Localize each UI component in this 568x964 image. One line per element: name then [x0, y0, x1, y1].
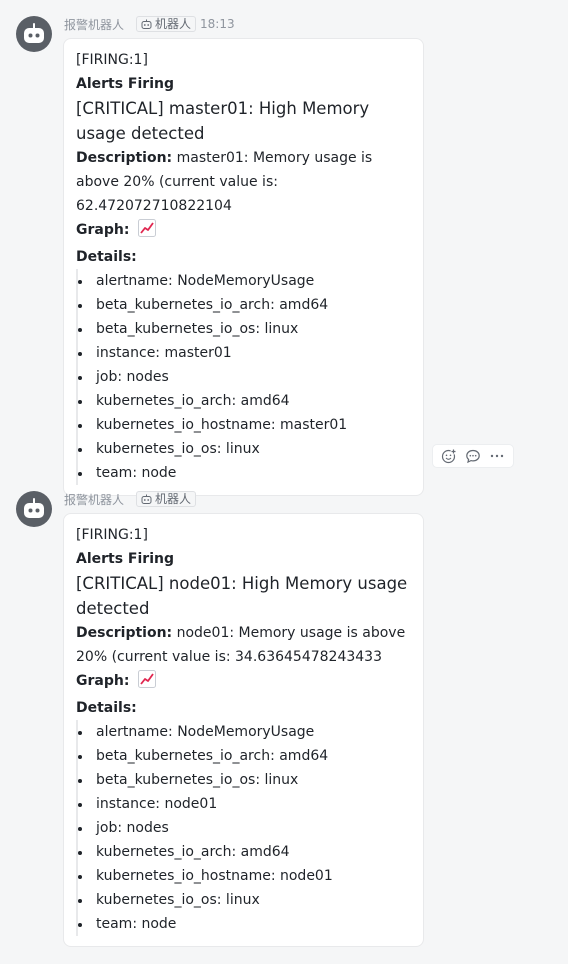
robot-icon [24, 23, 44, 43]
robot-small-icon [141, 494, 152, 504]
alert-description: Description: node01: Memory usage is abo… [76, 621, 411, 669]
bot-tag: 机器人 [136, 491, 197, 507]
list-item: job: nodes [76, 816, 411, 840]
list-item: kubernetes_io_os: linux [76, 437, 411, 461]
alert-card: [FIRING:1] Alerts Firing [CRITICAL] node… [63, 513, 424, 947]
list-item: team: node [76, 912, 411, 936]
graph-row: Graph: [76, 218, 411, 245]
list-item: alertname: NodeMemoryUsage [76, 720, 411, 744]
list-item: kubernetes_io_arch: amd64 [76, 389, 411, 413]
robot-icon [24, 498, 44, 518]
chart-increasing-icon[interactable] [137, 219, 156, 245]
list-item: instance: master01 [76, 341, 411, 365]
message-time: 18:13 [200, 17, 235, 31]
details-label: Details: [76, 249, 137, 265]
alert-headline: [CRITICAL] master01: High Memory usage d… [76, 99, 370, 143]
firing-count: [FIRING:1] [76, 52, 148, 68]
alert-description: Description: master01: Memory usage is a… [76, 146, 411, 218]
message-action-bar [432, 444, 514, 468]
description-label: Description: [76, 625, 173, 641]
firing-count: [FIRING:1] [76, 527, 148, 543]
more-icon[interactable] [485, 445, 509, 467]
details-list: alertname: NodeMemoryUsage beta_kubernet… [76, 720, 411, 936]
list-item: alertname: NodeMemoryUsage [76, 269, 411, 293]
chart-increasing-icon[interactable] [137, 670, 156, 696]
sender-name[interactable]: 报警机器人 [64, 16, 124, 33]
list-item: beta_kubernetes_io_arch: amd64 [76, 293, 411, 317]
alert-card: [FIRING:1] Alerts Firing [CRITICAL] mast… [63, 38, 424, 496]
details-label: Details: [76, 700, 137, 716]
graph-label: Graph: [76, 673, 130, 689]
bot-tag: 机器人 [136, 16, 197, 32]
list-item: beta_kubernetes_io_os: linux [76, 768, 411, 792]
graph-label: Graph: [76, 222, 130, 238]
list-item: beta_kubernetes_io_arch: amd64 [76, 744, 411, 768]
list-item: kubernetes_io_os: linux [76, 888, 411, 912]
add-reaction-icon[interactable] [437, 445, 461, 467]
reply-icon[interactable] [461, 445, 485, 467]
sender-name[interactable]: 报警机器人 [64, 491, 124, 508]
list-item: job: nodes [76, 365, 411, 389]
list-item: kubernetes_io_arch: amd64 [76, 840, 411, 864]
list-item: kubernetes_io_hostname: master01 [76, 413, 411, 437]
bot-tag-label: 机器人 [155, 17, 192, 31]
list-item: team: node [76, 461, 411, 485]
bot-avatar[interactable] [16, 16, 52, 52]
description-label: Description: [76, 150, 173, 166]
alert-headline: [CRITICAL] node01: High Memory usage det… [76, 574, 408, 618]
graph-row: Graph: [76, 669, 411, 696]
chat-message-list: 报警机器人 机器人 18:13 [FIRING:1] Alerts Firing… [0, 0, 568, 964]
robot-small-icon [141, 19, 152, 29]
details-list: alertname: NodeMemoryUsage beta_kubernet… [76, 269, 411, 485]
message-meta: 报警机器人 机器人 [64, 491, 197, 508]
message-meta: 报警机器人 机器人 18:13 [64, 16, 235, 32]
bot-tag-label: 机器人 [155, 492, 192, 506]
list-item: kubernetes_io_hostname: node01 [76, 864, 411, 888]
alerts-title: Alerts Firing [76, 76, 174, 92]
alerts-title: Alerts Firing [76, 551, 174, 567]
list-item: instance: node01 [76, 792, 411, 816]
list-item: beta_kubernetes_io_os: linux [76, 317, 411, 341]
bot-avatar[interactable] [16, 491, 52, 527]
